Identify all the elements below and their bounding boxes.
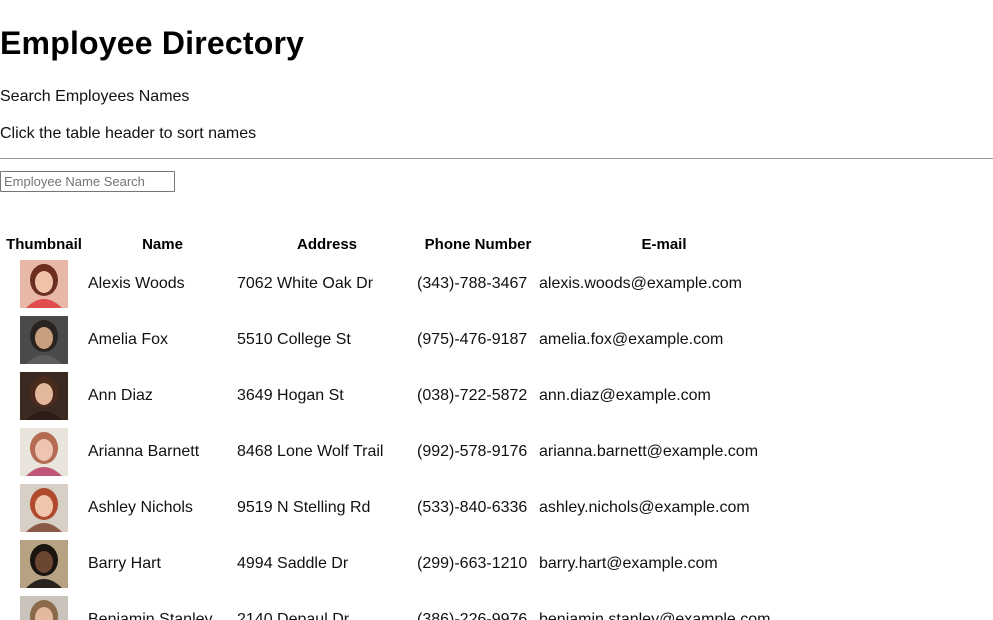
employee-phone: (038)-722-5872	[417, 387, 528, 404]
page: Employee Directory Search Employees Name…	[0, 0, 993, 620]
divider	[0, 158, 993, 159]
thumbnail-cell	[0, 480, 88, 536]
employee-table: Thumbnail Name Address Phone Number E-ma…	[0, 232, 789, 620]
employee-email: ann.diaz@example.com	[539, 387, 711, 404]
employee-name: Arianna Barnett	[88, 443, 200, 460]
employee-name: Ashley Nichols	[88, 499, 193, 516]
employee-email: barry.hart@example.com	[539, 555, 718, 572]
employee-phone: (299)-663-1210	[417, 555, 528, 572]
page-title: Employee Directory	[0, 25, 305, 61]
avatar	[20, 260, 68, 308]
avatar	[20, 316, 68, 364]
thumbnail-cell	[0, 312, 88, 368]
table-row: Barry Hart 4994 Saddle Dr (299)-663-1210 ba…	[0, 536, 789, 592]
thumbnail-cell	[0, 256, 88, 312]
employee-name: Amelia Fox	[88, 331, 169, 348]
table-row: Arianna Barnett 8468 Lone Wolf Trail (992)…	[0, 424, 789, 480]
employee-address: 8468 Lone Wolf Trail	[237, 443, 384, 460]
employee-name: Benjamin Stanley	[88, 611, 213, 620]
thumbnail-cell	[0, 368, 88, 424]
employee-email: alexis.woods@example.com	[539, 275, 742, 292]
employee-phone: (975)-476-9187	[417, 331, 528, 348]
table-row: Ann Diaz 3649 Hogan St (038)-722-5872 ann.d…	[0, 368, 789, 424]
thumbnail-cell	[0, 536, 88, 592]
employee-email: benjamin.stanley@example.com	[539, 611, 771, 620]
header-phone[interactable]: Phone Number	[417, 232, 539, 256]
header-email[interactable]: E-mail	[539, 232, 789, 256]
employee-address: 3649 Hogan St	[237, 387, 344, 404]
avatar	[20, 372, 68, 420]
employee-phone: (343)-788-3467	[417, 275, 528, 292]
employee-email: ashley.nichols@example.com	[539, 499, 750, 516]
employee-phone: (992)-578-9176	[417, 443, 528, 460]
avatar	[20, 484, 68, 532]
avatar	[20, 428, 68, 476]
sort-instructions: Click the table header to sort names	[0, 125, 257, 142]
employee-name: Alexis Woods	[88, 275, 185, 292]
avatar	[20, 596, 68, 620]
thumbnail-cell	[0, 592, 88, 620]
table-body: Alexis Woods 7062 White Oak Dr (343)-788-3…	[0, 256, 789, 620]
table-row: Alexis Woods 7062 White Oak Dr (343)-788-3…	[0, 256, 789, 312]
employee-address: 7062 White Oak Dr	[237, 275, 374, 292]
header-name[interactable]: Name	[88, 232, 237, 256]
table-row: Ashley Nichols 9519 N Stelling Rd (533)-84…	[0, 480, 789, 536]
header-address[interactable]: Address	[237, 232, 417, 256]
page-subtitle: Search Employees Names	[0, 88, 190, 105]
employee-phone: (533)-840-6336	[417, 499, 528, 516]
employee-address: 5510 College St	[237, 331, 351, 348]
table-row: Benjamin Stanley 2140 Depaul Dr (386)-226-…	[0, 592, 789, 620]
employee-address: 2140 Depaul Dr	[237, 611, 350, 620]
search-input[interactable]	[0, 171, 175, 192]
header-thumbnail[interactable]: Thumbnail	[0, 232, 88, 256]
table-row: Amelia Fox 5510 College St (975)-476-9187 a…	[0, 312, 789, 368]
table-header-row: Thumbnail Name Address Phone Number E-ma…	[0, 232, 789, 256]
avatar	[20, 540, 68, 588]
thumbnail-cell	[0, 424, 88, 480]
employee-phone: (386)-226-9976	[417, 611, 528, 620]
employee-email: arianna.barnett@example.com	[539, 443, 759, 460]
employee-address: 4994 Saddle Dr	[237, 555, 349, 572]
employee-email: amelia.fox@example.com	[539, 331, 724, 348]
employee-name: Ann Diaz	[88, 387, 153, 404]
employee-name: Barry Hart	[88, 555, 161, 572]
employee-address: 9519 N Stelling Rd	[237, 499, 371, 516]
